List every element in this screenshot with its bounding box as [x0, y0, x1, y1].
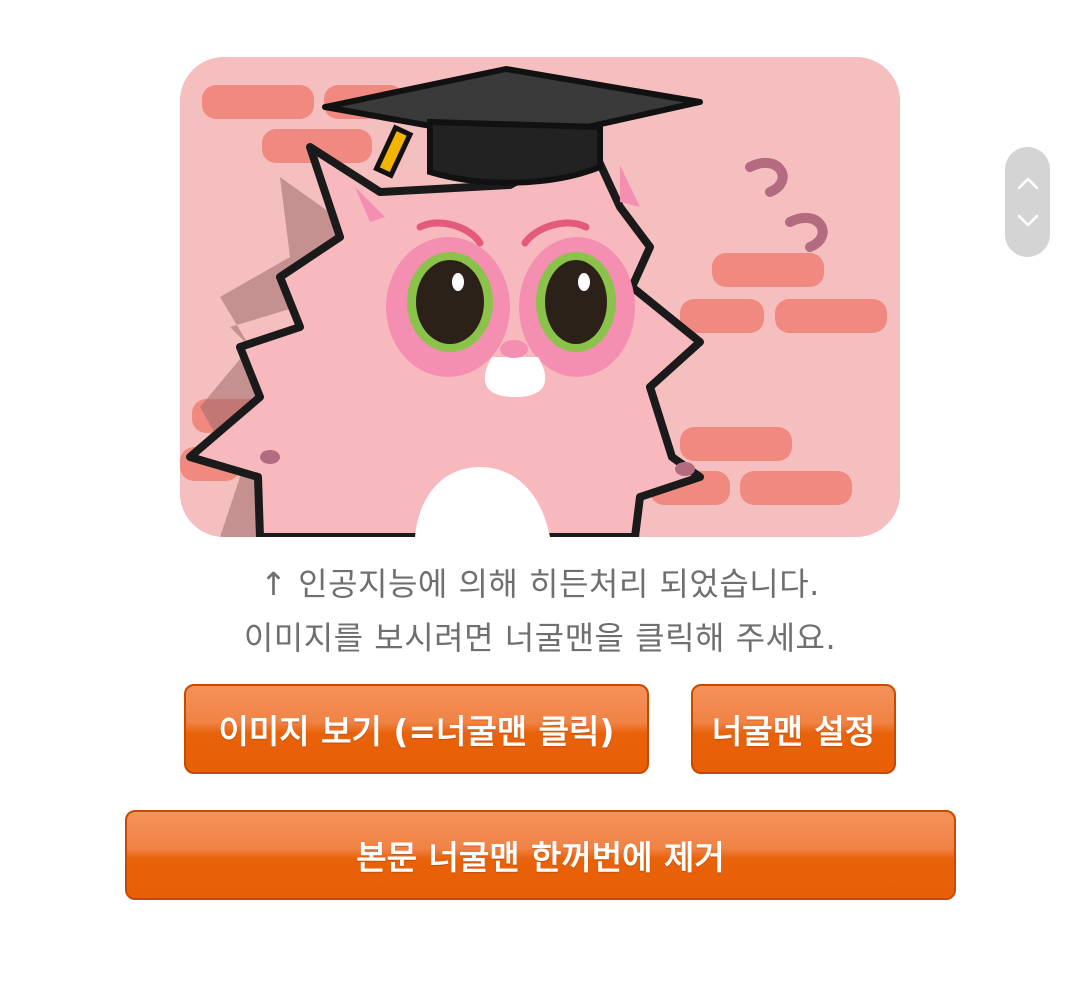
view-image-button[interactable]: 이미지 보기 (=너굴맨 클릭) [184, 684, 649, 774]
remove-all-button-label: 본문 너굴맨 한꺼번에 제거 [356, 838, 725, 877]
hidden-image-placeholder[interactable] [180, 57, 900, 537]
click-instruction-text: 이미지를 보시려면 너굴맨을 클릭해 주세요. [243, 619, 837, 657]
chevron-up-icon [1017, 177, 1038, 190]
view-image-button-label: 이미지 보기 (=너굴맨 클릭) [218, 712, 615, 751]
settings-button[interactable]: 너굴맨 설정 [691, 684, 896, 774]
scroll-widget [1005, 147, 1050, 257]
scroll-down-button[interactable] [1005, 201, 1050, 241]
settings-button-label: 너굴맨 설정 [711, 712, 876, 751]
remove-all-button[interactable]: 본문 너굴맨 한꺼번에 제거 [125, 810, 956, 900]
scroll-up-button[interactable] [1005, 163, 1050, 203]
chevron-down-icon [1017, 214, 1038, 227]
pink-cat-illustration [180, 57, 900, 537]
hidden-notice-text: ↑ 인공지능에 의해 히든처리 되었습니다. [260, 565, 820, 603]
